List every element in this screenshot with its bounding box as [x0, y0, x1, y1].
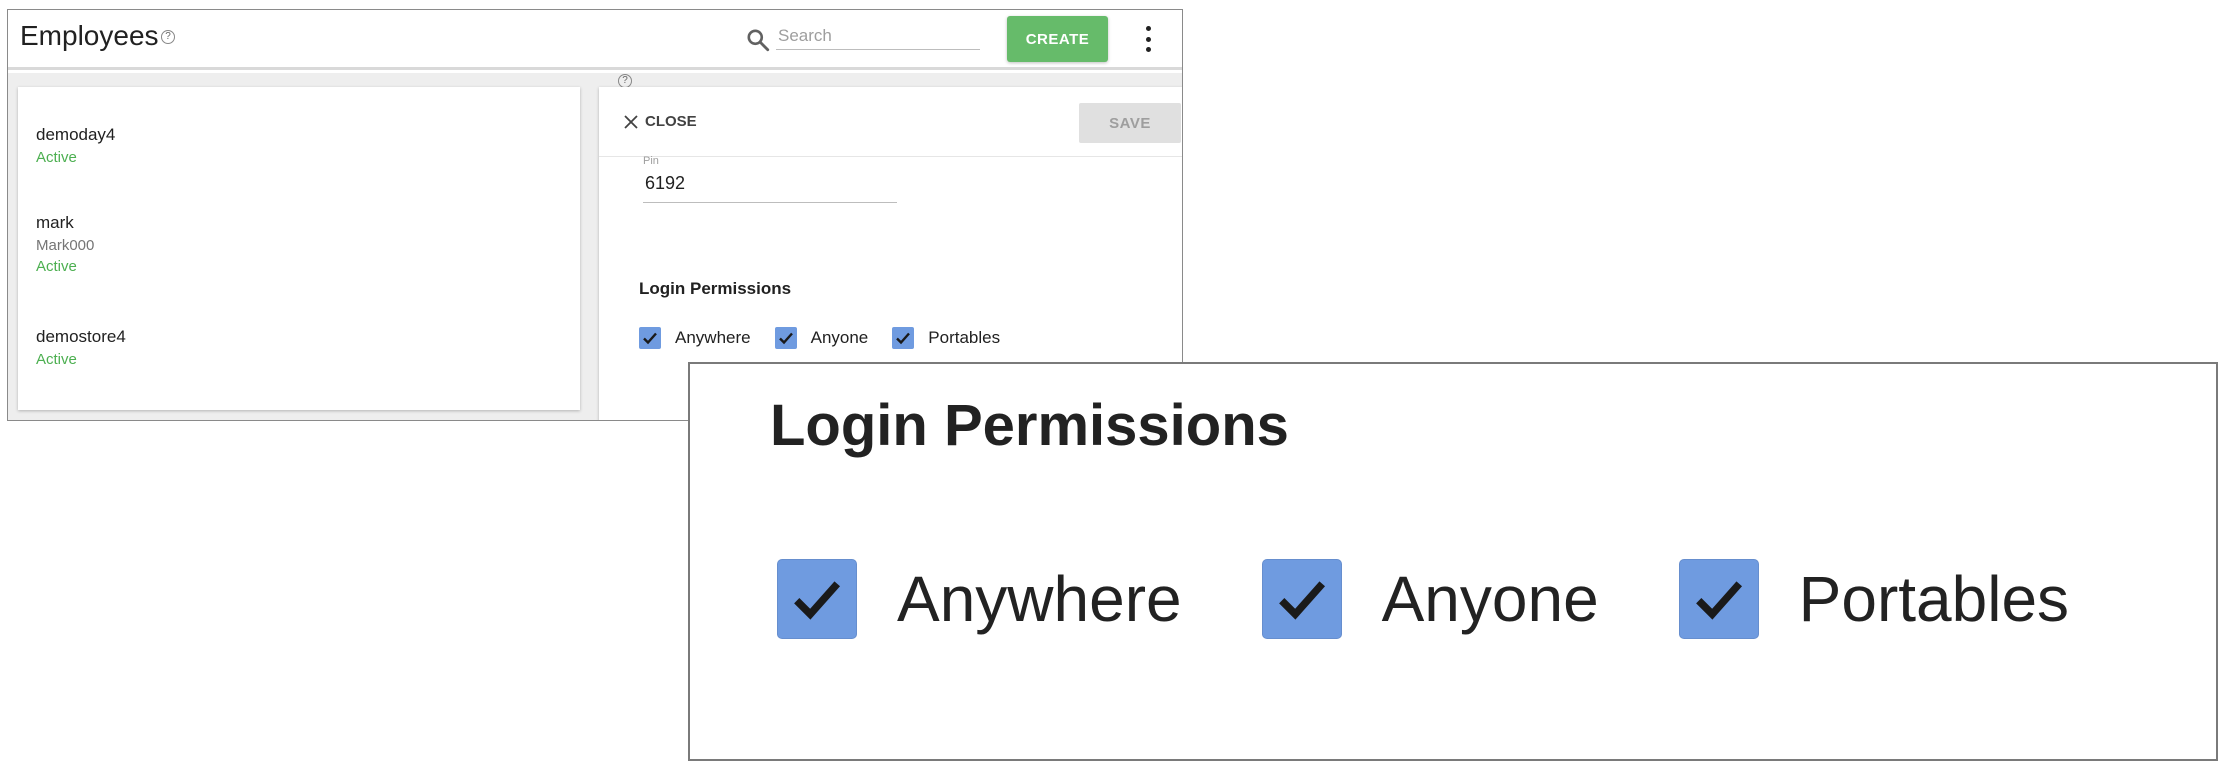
permission-anywhere[interactable]: Anywhere: [639, 327, 751, 349]
checkmark-icon: [896, 332, 911, 345]
status-label: Active: [36, 351, 77, 368]
zoom-permission-anyone[interactable]: Anyone: [1261, 559, 1599, 639]
employee-username: Mark000: [36, 237, 95, 254]
permission-anyone[interactable]: Anyone: [774, 327, 869, 349]
zoom-permission-portables[interactable]: Portables: [1678, 559, 2070, 639]
employee-name: demoday4: [36, 125, 116, 144]
zoom-permissions-heading: Login Permissions: [770, 393, 1289, 458]
search-icon[interactable]: [745, 27, 771, 53]
list-item[interactable]: demostore4 Active: [36, 327, 126, 368]
permission-portables[interactable]: Portables: [892, 327, 1000, 349]
login-permissions-heading: Login Permissions: [639, 279, 792, 298]
status-label: Active: [36, 149, 77, 166]
employee-list: demoday4 Active mark Mark000 Active demo…: [18, 87, 580, 410]
zoom-permissions-group: Anywhere Anyone Portables: [777, 559, 2149, 639]
checkmark-icon: [643, 332, 657, 345]
checkmark-icon: [1695, 581, 1742, 620]
close-button[interactable]: CLOSE: [623, 113, 697, 130]
save-button[interactable]: SAVE: [1079, 103, 1181, 143]
status-label: Active: [36, 258, 77, 275]
zoom-checkbox-anywhere[interactable]: [777, 559, 857, 639]
checkbox-anyone[interactable]: [774, 327, 797, 349]
zoom-permission-anywhere[interactable]: Anywhere: [777, 559, 1182, 639]
zoom-checkbox-anyone[interactable]: [1261, 559, 1342, 639]
help-icon[interactable]: ?: [618, 74, 632, 88]
search-input[interactable]: [776, 22, 980, 50]
list-item[interactable]: mark Mark000 Active: [36, 213, 94, 275]
close-label: CLOSE: [645, 113, 697, 130]
permission-label: Anywhere: [675, 328, 751, 347]
detail-toolbar: CLOSE SAVE: [599, 87, 1182, 157]
checkmark-icon: [778, 332, 793, 345]
zoom-permission-label: Anywhere: [897, 563, 1182, 635]
zoom-permission-label: Anyone: [1381, 563, 1599, 635]
zoom-permission-label: Portables: [1798, 563, 2070, 635]
login-permissions-group: Anywhere Anyone Portables: [639, 327, 1024, 349]
checkbox-anywhere[interactable]: [639, 327, 661, 349]
close-icon: [624, 114, 638, 129]
list-item[interactable]: demoday4 Active: [36, 125, 115, 166]
permission-label: Anyone: [810, 328, 869, 347]
checkmark-icon: [794, 581, 841, 620]
employee-name: demostore4: [36, 327, 126, 346]
more-vert-icon[interactable]: [1141, 26, 1155, 52]
create-button[interactable]: CREATE: [1007, 16, 1108, 62]
pin-field-label: Pin: [643, 155, 659, 167]
help-icon[interactable]: ?: [161, 30, 175, 44]
checkbox-portables[interactable]: [892, 327, 915, 349]
permission-label: Portables: [928, 328, 1001, 347]
zoom-callout: Login Permissions Anywhere Anyone Portab…: [688, 362, 2218, 761]
top-bar: Employees ? CREATE: [8, 10, 1182, 70]
checkmark-icon: [1278, 581, 1325, 620]
zoom-checkbox-portables[interactable]: [1678, 559, 1759, 639]
employee-name: mark: [36, 213, 74, 232]
page-title: Employees: [20, 20, 159, 51]
app-window: Employees ? CREATE demoday4 Active mark …: [7, 9, 1183, 421]
pin-field[interactable]: 6192: [643, 173, 897, 203]
